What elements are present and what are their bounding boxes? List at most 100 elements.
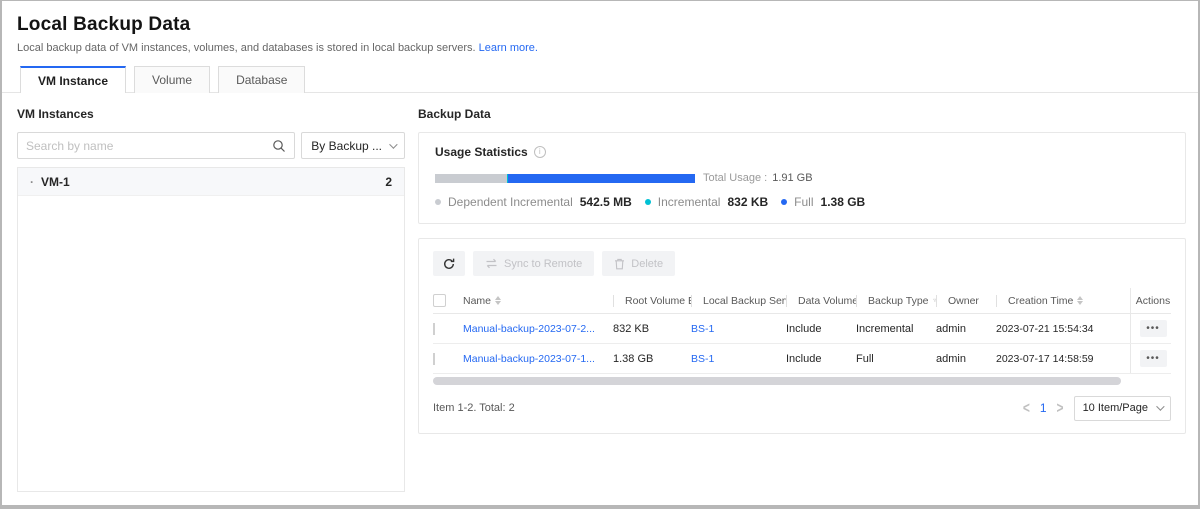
learn-more-link[interactable]: Learn more. [479,42,538,54]
column-divider [613,295,614,307]
usage-legend: Dependent Incremental 542.5 MB Increment… [435,195,1169,209]
column-label: Owner [948,295,979,307]
sync-label: Sync to Remote [504,258,582,270]
delete-button[interactable]: Delete [602,251,675,276]
delete-label: Delete [631,258,663,270]
row-checkbox[interactable] [433,353,435,365]
next-page-icon[interactable]: > [1057,399,1064,417]
column-label: Data Volume [798,295,856,307]
legend-value: 1.38 GB [821,195,866,209]
tree-expand-icon[interactable]: · [30,175,34,189]
table-header-row: Name Root Volume B... Local Backup Serve… [433,288,1171,314]
vm-list: · VM-1 2 [17,167,405,492]
total-usage-value: 1.91 GB [772,172,812,184]
row-actions-button[interactable]: ••• [1140,320,1167,337]
scrollbar-thumb[interactable] [433,377,1121,385]
prev-page-icon[interactable]: < [1023,399,1030,417]
column-divider [691,295,692,307]
column-label: Creation Time [1008,295,1073,307]
backup-server-link[interactable]: BS-1 [691,323,714,335]
column-divider [936,295,937,307]
backup-data-title: Backup Data [418,107,1186,121]
backup-name-link[interactable]: Manual-backup-2023-07-2... [463,323,595,335]
column-header-backup-type[interactable]: Backup Type [856,295,936,307]
pagination-bar: Item 1-2. Total: 2 < 1 > 10 Item/Page [433,395,1171,421]
sync-to-remote-button[interactable]: Sync to Remote [473,251,594,276]
select-all-checkbox[interactable] [433,294,446,307]
backup-filter-dropdown[interactable]: By Backup ... [301,132,405,159]
main-content: VM Instances By Backup ... · VM-1 [2,93,1198,492]
horizontal-scrollbar[interactable] [433,377,1121,385]
column-header-owner: Owner [936,295,996,307]
column-label: Actions [1136,295,1170,307]
page-size-select[interactable]: 10 Item/Page [1074,396,1171,421]
column-divider [856,295,857,307]
sort-icon[interactable] [1077,296,1083,305]
pagination-summary: Item 1-2. Total: 2 [433,402,515,414]
cell-owner: admin [936,353,996,365]
search-icon[interactable] [272,139,286,153]
refresh-icon [442,257,456,271]
cell-backup-type: Full [856,353,936,365]
column-label: Root Volume B... [625,295,691,307]
page-subtitle: Local backup data of VM instances, volum… [17,42,1182,54]
column-header-creation-time[interactable]: Creation Time [996,295,1130,307]
row-checkbox[interactable] [433,323,435,335]
legend-label: Dependent Incremental [448,195,573,209]
usage-bar-segment-dependent-incremental [435,174,507,183]
search-input[interactable] [26,139,272,153]
page-title: Local Backup Data [17,14,1182,36]
tab-database[interactable]: Database [218,66,305,93]
backup-server-link[interactable]: BS-1 [691,353,714,365]
column-header-name[interactable]: Name [463,295,613,307]
legend-item-dependent-incremental: Dependent Incremental 542.5 MB [435,195,636,209]
cell-root-volume: 832 KB [613,323,691,335]
vm-instances-panel: VM Instances By Backup ... · VM-1 [17,107,405,492]
column-divider [786,295,787,307]
tab-vm-instance[interactable]: VM Instance [20,66,126,93]
trash-icon [614,258,625,270]
column-header-actions: Actions [1130,288,1175,313]
info-icon[interactable]: i [534,146,546,158]
legend-label: Full [794,195,813,209]
vm-name: VM-1 [41,175,70,189]
page-header: Local Backup Data Local backup data of V… [2,1,1198,54]
legend-item-incremental: Incremental 832 KB [645,195,772,209]
legend-dot-icon [435,199,441,205]
legend-dot-icon [645,199,651,205]
refresh-button[interactable] [433,251,465,276]
column-label: Local Backup Server [703,295,786,307]
usage-statistics-title: Usage Statistics [435,145,528,159]
legend-item-full: Full 1.38 GB [781,195,869,209]
vm-backup-count: 2 [385,175,392,189]
table-row: Manual-backup-2023-07-1... 1.38 GB BS-1 … [433,344,1171,374]
backup-filter-value: By Backup ... [311,139,382,153]
chevron-down-icon [389,140,397,148]
column-header-local-backup-server: Local Backup Server [691,295,786,307]
app-window: Local Backup Data Local backup data of V… [0,0,1200,509]
usage-statistics-card: Usage Statistics i Total Usage : 1.91 GB [418,132,1186,224]
column-label: Backup Type [868,295,929,307]
vm-instances-title: VM Instances [17,107,405,121]
cell-data-volume: Include [786,323,856,335]
legend-dot-icon [781,199,787,205]
current-page-number[interactable]: 1 [1040,401,1047,415]
legend-label: Incremental [658,195,721,209]
cell-creation-time: 2023-07-17 14:58:59 [996,353,1130,365]
column-header-root-volume[interactable]: Root Volume B... [613,295,691,307]
column-label: Name [463,295,491,307]
cell-root-volume: 1.38 GB [613,353,691,365]
table-toolbar: Sync to Remote Delete [433,251,1171,276]
page-size-value: 10 Item/Page [1083,402,1148,414]
sort-icon[interactable] [495,296,501,305]
row-actions-button[interactable]: ••• [1140,350,1167,367]
column-header-data-volume[interactable]: Data Volume [786,295,856,307]
cell-owner: admin [936,323,996,335]
vm-list-item[interactable]: · VM-1 2 [18,168,404,196]
tab-bar: VM Instance Volume Database [2,64,1198,93]
usage-bar-segment-full [508,174,695,183]
backup-table-card: Sync to Remote Delete Name [418,238,1186,434]
backup-name-link[interactable]: Manual-backup-2023-07-1... [463,353,595,365]
tab-volume[interactable]: Volume [134,66,210,93]
cell-backup-type: Incremental [856,323,936,335]
